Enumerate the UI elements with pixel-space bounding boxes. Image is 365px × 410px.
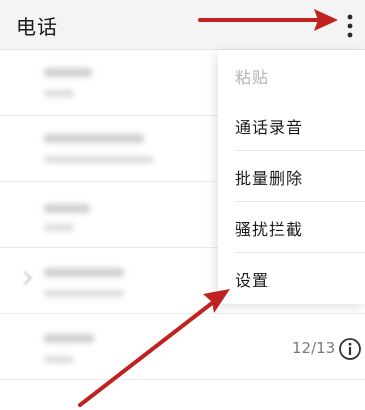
blurred-call-detail: [44, 156, 154, 163]
blurred-call-detail: [44, 224, 74, 231]
menu-item-settings[interactable]: 设置: [218, 253, 365, 303]
menu-item-label: 粘贴: [235, 68, 270, 87]
menu-item-label: 骚扰拦截: [235, 220, 304, 239]
blurred-contact-name: [44, 268, 124, 277]
menu-item-harassment-block[interactable]: 骚扰拦截: [218, 202, 365, 252]
more-options-button[interactable]: [336, 9, 364, 43]
menu-item-call-recording[interactable]: 通话录音: [218, 100, 365, 150]
menu-item-paste[interactable]: 粘贴: [218, 50, 365, 100]
menu-item-label: 批量删除: [235, 169, 304, 188]
menu-item-label: 设置: [235, 271, 270, 290]
blurred-contact-name: [44, 204, 90, 213]
call-info-button[interactable]: [338, 337, 362, 361]
top-app-bar: 电话: [0, 0, 365, 50]
blurred-contact-name: [44, 68, 92, 77]
call-type-icon: [17, 270, 33, 286]
blurred-contact-name: [44, 134, 144, 143]
blurred-call-detail: [44, 290, 124, 297]
overflow-menu: 粘贴 通话录音 批量删除 骚扰拦截 设置: [218, 50, 365, 304]
blurred-call-detail: [44, 356, 74, 363]
page-title: 电话: [16, 15, 58, 39]
menu-item-label: 通话录音: [235, 118, 304, 137]
more-vertical-icon: [347, 14, 353, 38]
call-log-row[interactable]: 12/13: [0, 314, 365, 380]
menu-item-batch-delete[interactable]: 批量删除: [218, 151, 365, 201]
blurred-call-detail: [44, 90, 74, 97]
info-icon: [339, 338, 361, 360]
call-date: 12/13: [292, 339, 336, 357]
blurred-contact-name: [44, 334, 94, 343]
